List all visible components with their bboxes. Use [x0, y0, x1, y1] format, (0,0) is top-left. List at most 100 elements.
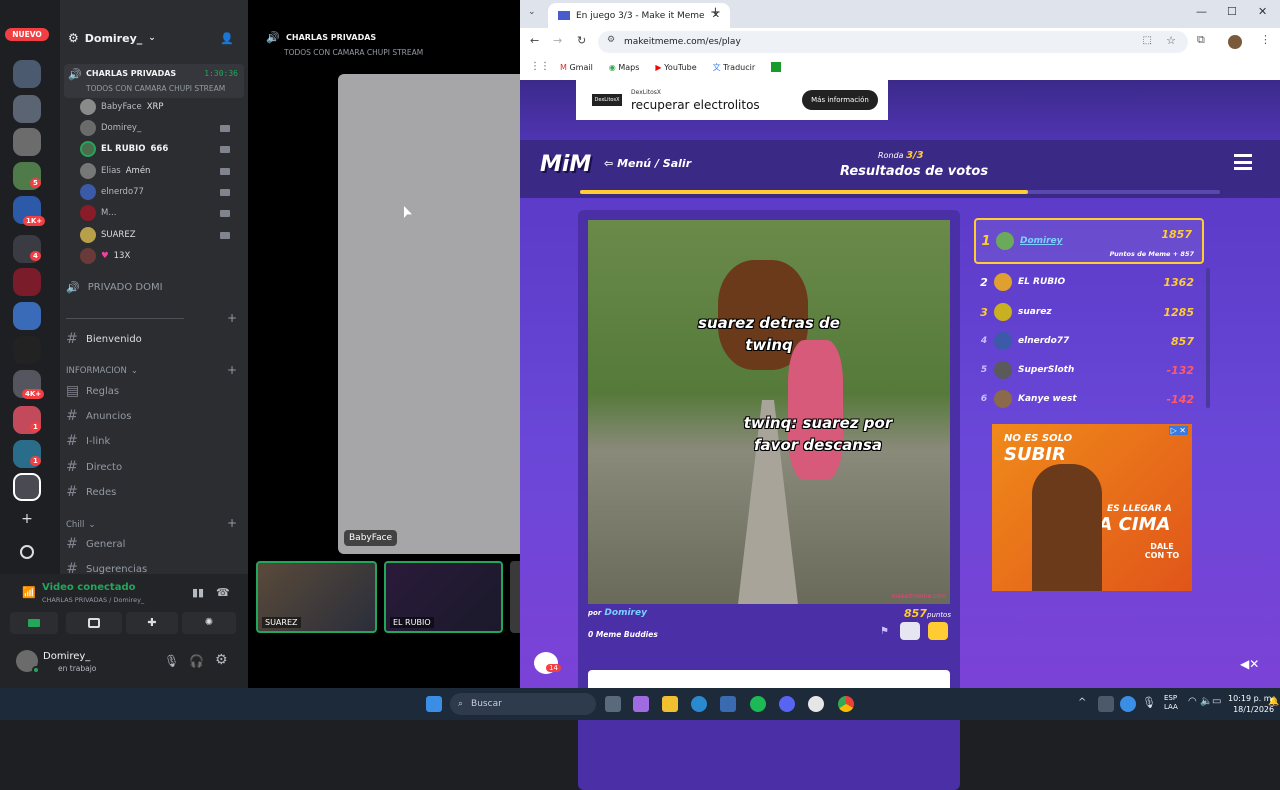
- channel-item[interactable]: # Directo: [66, 458, 122, 476]
- voice-member[interactable]: Elias Amén: [80, 163, 240, 179]
- onedrive-icon[interactable]: [1120, 696, 1136, 712]
- channel-item[interactable]: # Bienvenido: [66, 330, 142, 348]
- back-icon[interactable]: ←: [530, 34, 539, 47]
- site-info-icon[interactable]: ⚙: [607, 35, 615, 45]
- microphone-icon[interactable]: 🎙: [164, 654, 179, 668]
- settings-gear-icon[interactable]: ⚙: [215, 652, 228, 668]
- voice-member[interactable]: BabyFace XRP: [80, 99, 240, 115]
- video-tile[interactable]: [510, 561, 520, 633]
- browser-tab[interactable]: En juego 3/3 - Make it Meme ✕: [548, 3, 730, 28]
- language-indicator[interactable]: ESP LAA: [1164, 694, 1178, 712]
- minimize-icon[interactable]: —: [1196, 5, 1207, 18]
- leaderboard-row[interactable]: 2 EL RUBIO 1362: [974, 268, 1204, 296]
- bookmark-translate[interactable]: 文 Traducir: [713, 62, 756, 73]
- video-tile[interactable]: EL RUBIO: [384, 561, 503, 633]
- reload-icon[interactable]: ↻: [577, 34, 586, 47]
- tray-icon[interactable]: [1098, 696, 1114, 712]
- screen-share-button[interactable]: [66, 612, 122, 634]
- bookmark-youtube[interactable]: ▶ YouTube: [655, 63, 696, 72]
- flag-icon[interactable]: ⚑: [880, 626, 889, 637]
- voice-member[interactable]: ♥ 13X: [80, 248, 240, 264]
- file-explorer-icon[interactable]: [662, 696, 678, 712]
- add-channel-icon[interactable]: +: [227, 311, 237, 325]
- meme-image[interactable]: suarez detras de twinq twinq: suarez por…: [588, 220, 950, 604]
- category-header[interactable]: Chill ⌄: [66, 520, 96, 530]
- bookmark-maps[interactable]: ◉ Maps: [609, 63, 640, 72]
- tab-list-icon[interactable]: ⌄: [528, 7, 536, 17]
- channel-item[interactable]: ▤ Reglas: [66, 382, 119, 400]
- add-channel-icon[interactable]: +: [227, 363, 237, 377]
- chat-icon[interactable]: 14: [534, 652, 561, 674]
- voice-member[interactable]: elnerdo77: [80, 184, 240, 200]
- camera-button[interactable]: [10, 612, 58, 634]
- bookmark-gmail[interactable]: M Gmail: [560, 63, 593, 72]
- store-icon[interactable]: [720, 696, 736, 712]
- wifi-icon[interactable]: ◠: [1188, 696, 1197, 707]
- apps-icon[interactable]: ⋮⋮: [530, 61, 550, 72]
- forward-icon[interactable]: →: [553, 34, 562, 47]
- extensions-icon[interactable]: ⧉: [1197, 33, 1205, 47]
- new-tab-icon[interactable]: +: [710, 5, 721, 20]
- server-icon[interactable]: [13, 95, 41, 123]
- spotify-icon[interactable]: [750, 696, 766, 712]
- install-icon[interactable]: ⬚: [1143, 35, 1152, 46]
- mic-tray-icon[interactable]: 🎙: [1142, 696, 1156, 709]
- noise-icon[interactable]: ▮▮: [192, 586, 204, 599]
- leaderboard-row[interactable]: 4 elnerdo77 857: [974, 327, 1204, 355]
- app-icon[interactable]: [808, 696, 824, 712]
- profile-avatar[interactable]: [1228, 35, 1242, 49]
- username[interactable]: Domirey_: [43, 651, 90, 662]
- chrome-icon[interactable]: [838, 696, 854, 712]
- top-ad[interactable]: DexLitosX DexLitosX recuperar electrolit…: [576, 80, 888, 120]
- volume-icon[interactable]: 🔈: [1200, 696, 1212, 707]
- leaderboard-row[interactable]: 3 suarez 1285: [974, 298, 1204, 326]
- channel-item[interactable]: # Anuncios: [66, 407, 131, 425]
- add-channel-icon[interactable]: +: [227, 516, 237, 530]
- headphones-icon[interactable]: 🎧: [189, 654, 204, 668]
- voice-channel-private[interactable]: 🔊 PRIVADO DOMI: [66, 278, 163, 296]
- server-header[interactable]: ⚙ Domirey_ ⌄ 👤: [60, 24, 248, 52]
- bookmark-star-icon[interactable]: ☆: [1166, 34, 1176, 47]
- edge-icon[interactable]: [691, 696, 707, 712]
- category-header[interactable]: INFORMACION ⌄: [66, 366, 138, 376]
- discord-icon[interactable]: [779, 696, 795, 712]
- save-meme-icon[interactable]: [900, 622, 920, 640]
- leaderboard-row[interactable]: 6 Kanye west -142: [974, 385, 1204, 408]
- ad-choices-icon[interactable]: ▷ ✕: [1168, 426, 1188, 435]
- leaderboard-row-1[interactable]: 1 Domirey 1857 Puntos de Meme + 857: [974, 218, 1204, 264]
- menu-exit-button[interactable]: ⇦ Menú / Salir: [604, 157, 691, 170]
- voice-member[interactable]: EL RUBIO 666: [80, 141, 240, 157]
- server-icon[interactable]: [13, 268, 41, 296]
- extension-bookmark-icon[interactable]: [771, 62, 782, 72]
- leaderboard-scrollbar[interactable]: [1206, 268, 1210, 408]
- side-ad[interactable]: NO ES SOLO SUBIR ES LLEGAR A LA CIMA DAL…: [992, 424, 1192, 591]
- tray-chevron-icon[interactable]: ^: [1078, 697, 1086, 708]
- channel-item[interactable]: # I-link: [66, 432, 110, 450]
- voice-member[interactable]: Domirey_: [80, 120, 240, 136]
- server-icon[interactable]: [13, 302, 41, 330]
- window-close-icon[interactable]: ✕: [1258, 5, 1267, 18]
- like-meme-icon[interactable]: [928, 622, 948, 640]
- voice-connected-label[interactable]: Video conectado: [42, 582, 135, 593]
- url-input[interactable]: ⚙ makeitmeme.com/es/play ⬚ ☆: [598, 31, 1188, 53]
- new-badge[interactable]: NUEVO: [5, 28, 49, 41]
- mute-icon[interactable]: ◀✕: [1240, 657, 1259, 671]
- maximize-icon[interactable]: ☐: [1227, 5, 1237, 18]
- soundboard-button[interactable]: ✺: [182, 612, 236, 634]
- explore-icon[interactable]: [20, 545, 34, 559]
- gear-icon[interactable]: ⚙: [68, 31, 79, 45]
- ad-cta-button[interactable]: Más información: [802, 90, 878, 110]
- add-server-icon[interactable]: +: [20, 512, 34, 526]
- add-member-icon[interactable]: 👤: [220, 32, 234, 45]
- start-icon[interactable]: [426, 696, 442, 712]
- voice-member[interactable]: M...: [80, 205, 240, 221]
- game-logo[interactable]: MiM: [540, 152, 591, 177]
- disconnect-icon[interactable]: ☎: [216, 586, 230, 599]
- activities-button[interactable]: ✚: [126, 612, 178, 634]
- voice-channel-active[interactable]: 🔊 CHARLAS PRIVADAS 1:30:36 TODOS CON CAM…: [64, 64, 244, 98]
- battery-icon[interactable]: ▭: [1212, 696, 1221, 707]
- menu-dots-icon[interactable]: ⋮: [1260, 33, 1271, 46]
- task-view-icon[interactable]: [605, 696, 621, 712]
- voice-member[interactable]: SUAREZ: [80, 227, 240, 243]
- server-icon[interactable]: [13, 128, 41, 156]
